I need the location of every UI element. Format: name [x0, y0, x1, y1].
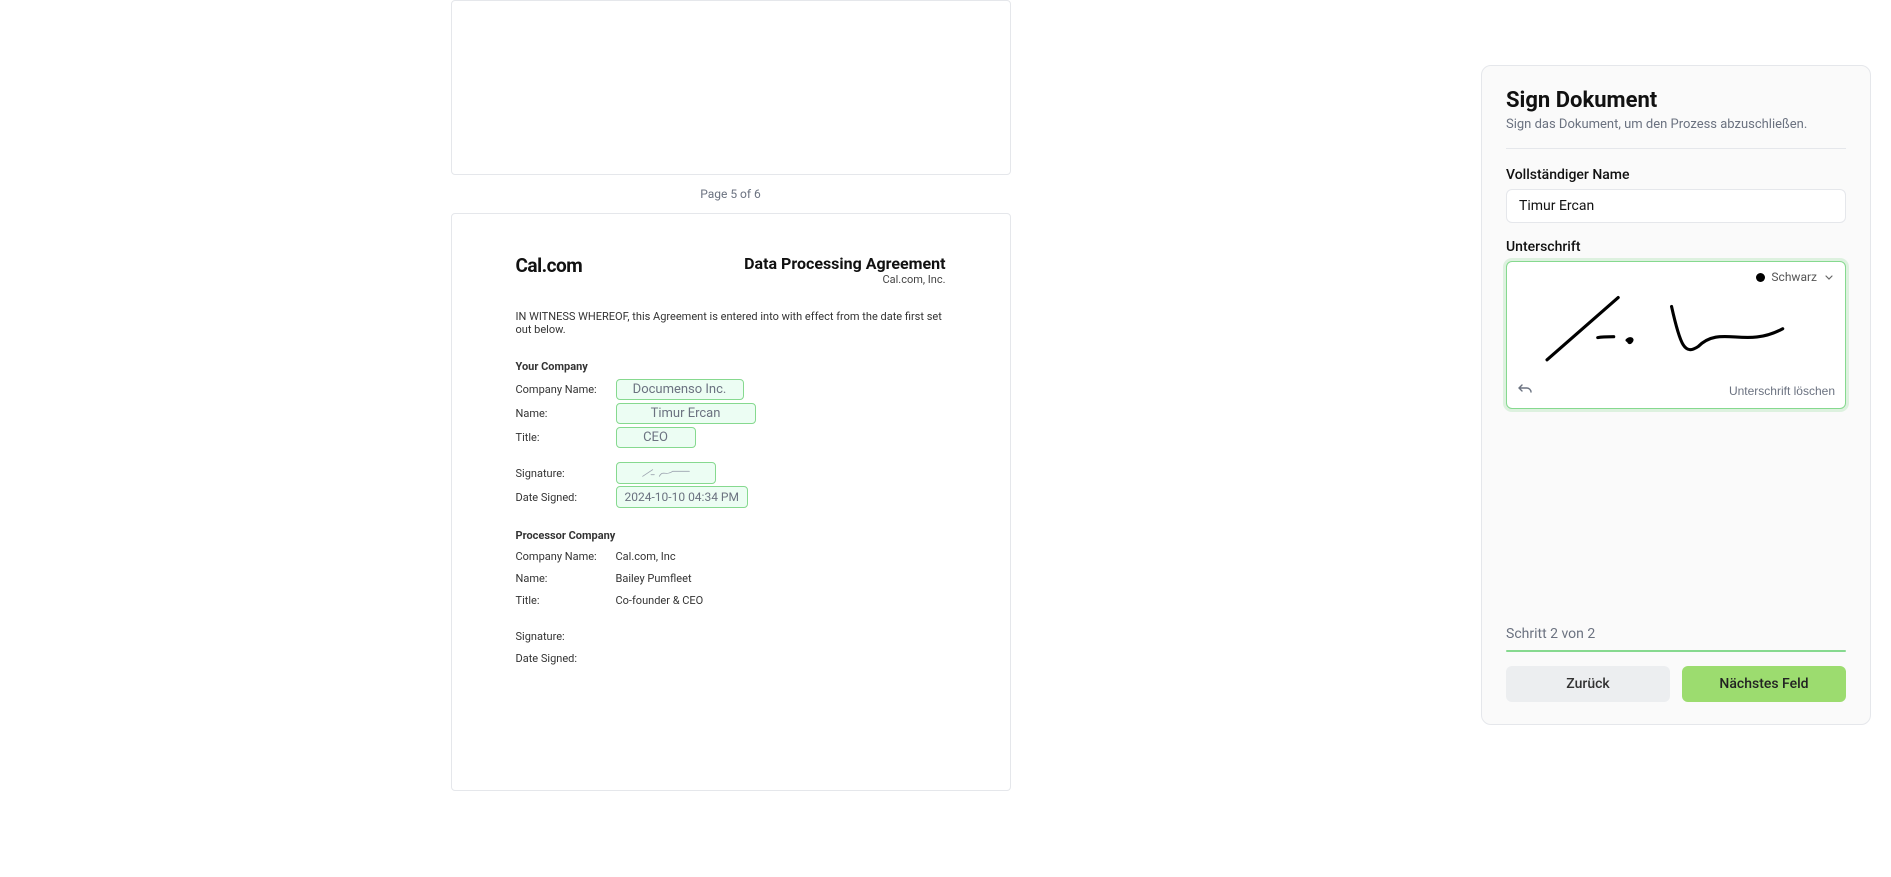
full-name-label: Vollständiger Name: [1506, 167, 1846, 183]
progress-fill: [1506, 650, 1846, 652]
document-page: Cal.com Data Processing Agreement Cal.co…: [451, 213, 1011, 791]
proc-label-signature: Signature:: [516, 630, 616, 643]
proc-label-name: Name:: [516, 572, 616, 585]
sign-sidebar-card: Sign Dokument Sign das Dokument, um den …: [1481, 65, 1871, 725]
progress-bar: [1506, 650, 1846, 652]
proc-label-date-signed: Date Signed:: [516, 652, 616, 665]
processor-company-heading: Processor Company: [516, 529, 946, 542]
signature-drawing: [1507, 262, 1845, 394]
signature-label: Unterschrift: [1506, 239, 1846, 255]
document-title: Data Processing Agreement: [744, 254, 945, 273]
undo-signature-button[interactable]: [1517, 381, 1533, 400]
field-title[interactable]: CEO: [616, 427, 696, 448]
full-name-input[interactable]: [1506, 189, 1846, 223]
field-signature[interactable]: [616, 462, 716, 484]
witness-paragraph: IN WITNESS WHEREOF, this Agreement is en…: [516, 310, 946, 336]
step-indicator: Schritt 2 von 2: [1506, 626, 1846, 642]
field-date-signed[interactable]: 2024-10-10 04:34 PM: [616, 486, 748, 508]
field-name[interactable]: Timur Ercan: [616, 403, 756, 424]
proc-value-name: Bailey Pumfleet: [616, 572, 692, 585]
your-company-heading: Your Company: [516, 360, 946, 373]
label-company-name: Company Name:: [516, 383, 616, 396]
page-indicator: Page 5 of 6: [700, 187, 761, 201]
sidebar-title: Sign Dokument: [1506, 88, 1846, 113]
proc-value-company-name: Cal.com, Inc: [616, 550, 676, 563]
document-subtitle: Cal.com, Inc.: [744, 273, 945, 286]
undo-icon: [1517, 381, 1533, 397]
proc-value-title: Co-founder & CEO: [616, 594, 704, 607]
document-title-wrap: Data Processing Agreement Cal.com, Inc.: [744, 254, 945, 286]
document-header: Cal.com Data Processing Agreement Cal.co…: [516, 254, 946, 286]
mini-signature-icon: [641, 468, 691, 478]
back-button[interactable]: Zurück: [1506, 666, 1670, 702]
proc-label-company-name: Company Name:: [516, 550, 616, 563]
sidebar-subtitle: Sign das Dokument, um den Prozess abzusc…: [1506, 117, 1846, 132]
previous-page-placeholder: [451, 0, 1011, 175]
label-title: Title:: [516, 431, 616, 444]
brand-logo: Cal.com: [516, 254, 583, 277]
sign-sidebar-pane: Sign Dokument Sign das Dokument, um den …: [1461, 0, 1891, 877]
sidebar-footer: Schritt 2 von 2 Zurück Nächstes Feld: [1506, 626, 1846, 702]
document-body: IN WITNESS WHEREOF, this Agreement is en…: [516, 310, 946, 668]
proc-label-title: Title:: [516, 594, 616, 607]
signature-pad[interactable]: Schwarz Unterschrift löschen: [1506, 261, 1846, 409]
label-date-signed: Date Signed:: [516, 491, 616, 504]
field-company-name[interactable]: Documenso Inc.: [616, 379, 744, 400]
label-name: Name:: [516, 407, 616, 420]
clear-signature-button[interactable]: Unterschrift löschen: [1729, 384, 1835, 398]
label-signature: Signature:: [516, 467, 616, 480]
sidebar-divider: [1506, 148, 1846, 149]
document-viewer-pane: Page 5 of 6 Cal.com Data Processing Agre…: [0, 0, 1461, 877]
next-field-button[interactable]: Nächstes Feld: [1682, 666, 1846, 702]
